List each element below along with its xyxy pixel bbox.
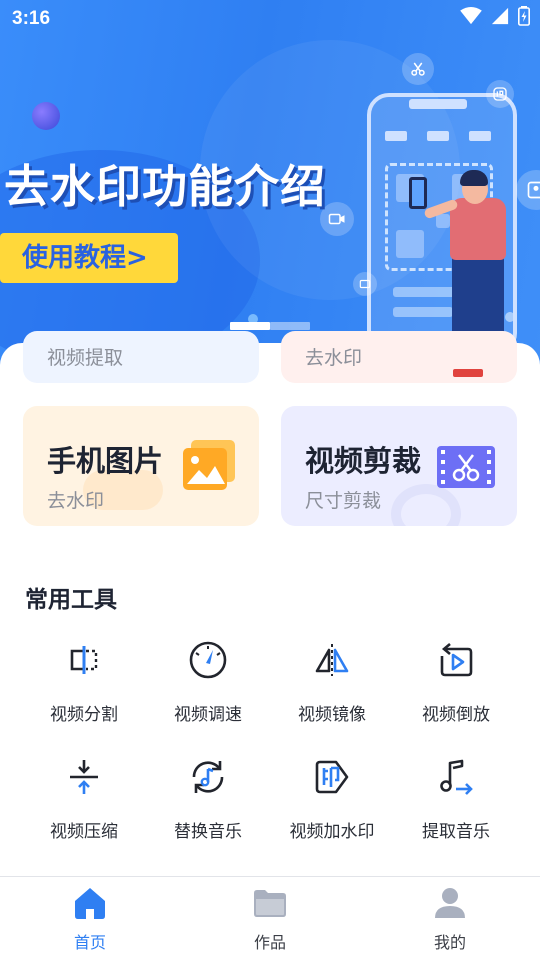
speed-gauge-icon xyxy=(189,641,227,679)
nav-item-home[interactable]: 首页 xyxy=(30,885,150,955)
image-icon xyxy=(516,170,540,210)
card-title: 手机图片 xyxy=(47,444,164,478)
banner-title: 去水印功能介绍 xyxy=(4,160,327,213)
photo-gallery-icon xyxy=(183,440,235,490)
video-watermark-card[interactable]: 去水印 xyxy=(281,331,517,383)
nav-label: 我的 xyxy=(433,933,466,952)
video-crop-card[interactable]: 视频剪裁 尺寸剪裁 xyxy=(281,406,517,526)
video-split-icon xyxy=(70,646,98,674)
tool-replace-music[interactable]: 替换音乐 xyxy=(146,757,270,857)
tool-label: 视频分割 xyxy=(50,705,118,725)
replace-music-icon xyxy=(192,761,224,793)
battery-icon xyxy=(518,6,530,26)
phone-photo-watermark-card[interactable]: 手机图片 去水印 xyxy=(23,406,259,526)
carousel-indicator[interactable] xyxy=(270,322,310,330)
nav-label: 作品 xyxy=(253,933,286,952)
decorative-orb xyxy=(32,102,60,130)
tool-video-reverse[interactable]: 视频倒放 xyxy=(394,640,518,740)
status-bar: 3:16 xyxy=(0,0,540,36)
tools-section-title: 常用工具 xyxy=(25,587,117,613)
home-icon xyxy=(75,888,105,919)
tool-label: 视频调速 xyxy=(174,705,242,725)
tool-video-split[interactable]: 视频分割 xyxy=(22,640,146,740)
carousel-indicator-active[interactable] xyxy=(230,322,270,330)
tool-label: 视频加水印 xyxy=(289,822,375,842)
tool-label: 视频镜像 xyxy=(298,705,366,725)
card-subtitle: 去水印 xyxy=(47,490,105,512)
tool-label: 视频倒放 xyxy=(422,705,490,725)
tool-label: 视频压缩 xyxy=(50,822,118,842)
signal-icon xyxy=(491,7,509,25)
card-subtitle: 尺寸剪裁 xyxy=(305,490,382,512)
card-subtitle: 视频提取 xyxy=(47,347,124,369)
tool-extract-music[interactable]: 提取音乐 xyxy=(394,757,518,857)
film-scissors-icon xyxy=(437,446,495,488)
reverse-play-icon xyxy=(440,643,473,677)
tool-label: 提取音乐 xyxy=(422,822,490,842)
nav-label: 首页 xyxy=(73,933,106,952)
card-title: 视频剪裁 xyxy=(305,444,422,478)
video-extract-card[interactable]: 视频提取 xyxy=(23,331,259,383)
watermark-stamp-icon xyxy=(486,80,514,108)
extract-music-icon xyxy=(440,759,473,795)
profile-icon xyxy=(435,888,465,918)
tool-add-watermark[interactable]: 视频加水印 xyxy=(270,757,394,857)
card-subtitle: 去水印 xyxy=(305,347,363,369)
tutorial-button[interactable]: 使用教程> xyxy=(0,233,178,283)
folder-icon xyxy=(254,890,286,917)
tool-label: 替换音乐 xyxy=(174,822,242,842)
banner-carousel[interactable]: 3:16 去水印功能介绍 使用教程> xyxy=(0,0,540,372)
tool-video-mirror[interactable]: 视频镜像 xyxy=(270,640,394,740)
mirror-icon xyxy=(315,644,349,676)
scissors-icon xyxy=(402,53,434,85)
tool-video-speed[interactable]: 视频调速 xyxy=(146,640,270,740)
person-illustration xyxy=(452,256,504,342)
crop-icon xyxy=(353,272,377,296)
bottom-navigation: 首页 作品 我的 xyxy=(0,876,540,960)
status-time: 3:16 xyxy=(12,8,51,29)
tool-video-compress[interactable]: 视频压缩 xyxy=(22,757,146,857)
nav-item-works[interactable]: 作品 xyxy=(210,885,330,955)
compress-icon xyxy=(70,760,98,794)
nav-item-profile[interactable]: 我的 xyxy=(390,885,510,955)
add-watermark-icon xyxy=(315,760,349,794)
wifi-icon xyxy=(460,7,482,25)
